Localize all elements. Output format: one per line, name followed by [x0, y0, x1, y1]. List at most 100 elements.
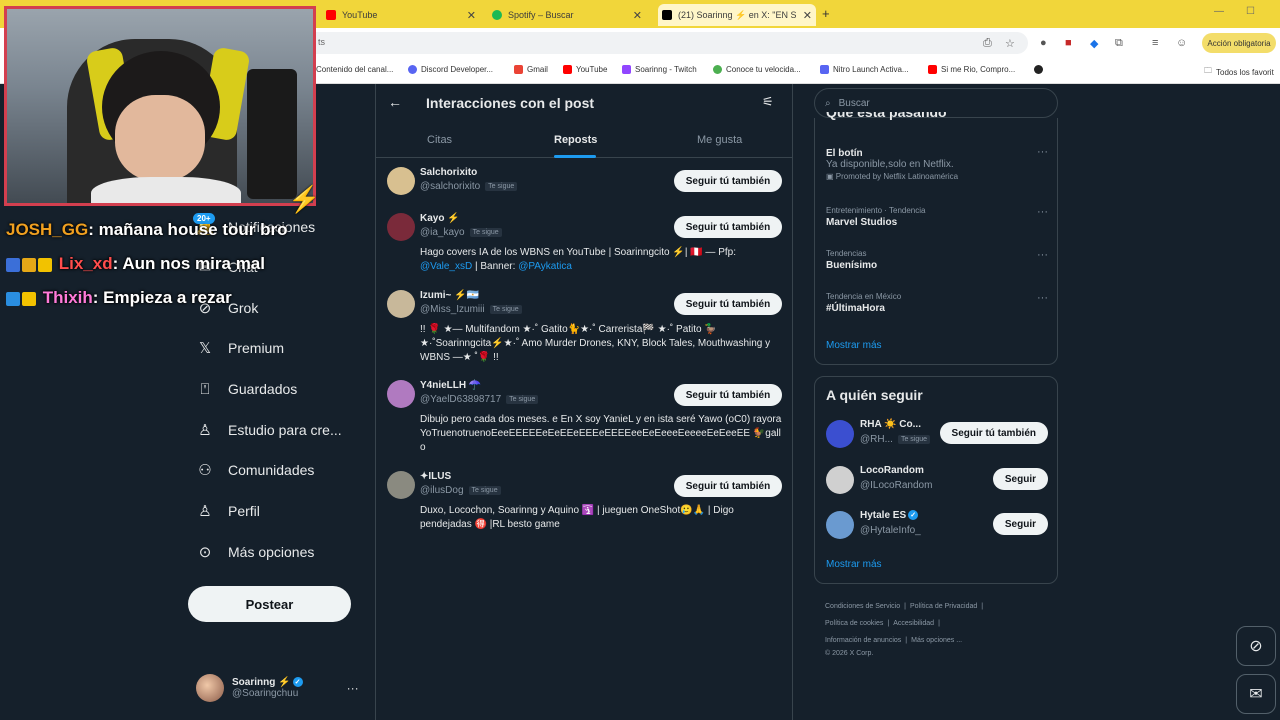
follows-you-badge: Te sigue — [469, 228, 502, 237]
suggestion-item[interactable]: RHA ☀️ Co... @RH... Te sigue Seguir tú ta… — [826, 419, 1048, 449]
avatar — [826, 466, 854, 494]
bookmark-item[interactable]: Nitro Launch Activa... — [820, 65, 909, 74]
tab-quotes[interactable]: Citas — [427, 134, 452, 146]
promoted-label: Promoted by Netflix Latinoamérica — [835, 172, 959, 181]
nav-premium[interactable]: 𝕏 Premium — [196, 339, 284, 357]
nav-creator-studio[interactable]: ♙ Estudio para cre... — [196, 421, 341, 439]
media-icon[interactable]: ≡ — [1152, 37, 1158, 49]
copyright: © 2026 X Corp. — [825, 650, 874, 657]
bookmark-item[interactable]: Contenido del canal... — [316, 65, 393, 74]
bookmark-item[interactable]: Discord Developer... — [408, 65, 493, 74]
extension-icon[interactable]: ◆ — [1090, 37, 1098, 50]
required-action-button[interactable]: Acción obligatoria — [1202, 33, 1276, 53]
footer-links: Condiciones de Servicio | Política de Priv… — [825, 603, 984, 657]
user-name: ✦ILUS — [420, 471, 452, 482]
list-item[interactable]: Kayo ⚡ @ia_kayo Te sigue Seguir tú tambié… — [376, 213, 792, 275]
all-bookmarks-folder[interactable]: 🗀 Todos los favorit — [1204, 65, 1274, 79]
user-handle: @Miss_Izumiii — [420, 304, 485, 315]
tab-reposts[interactable]: Reposts — [554, 134, 597, 146]
footer-link[interactable]: Política de cookies — [825, 620, 883, 627]
tab-spotify[interactable]: Spotify – Buscar ✕ — [492, 4, 642, 26]
back-arrow-icon[interactable]: ← — [388, 94, 402, 110]
show-more-link[interactable]: Mostrar más — [826, 340, 882, 351]
tab-likes[interactable]: Me gusta — [697, 134, 742, 146]
nav-label: Comunidades — [228, 462, 315, 478]
more-dots-icon[interactable]: ··· — [347, 681, 359, 695]
new-tab-button[interactable]: + — [822, 6, 830, 21]
close-icon[interactable]: ✕ — [633, 9, 642, 22]
follow-back-button[interactable]: Seguir tú también — [674, 384, 782, 406]
more-dots-icon[interactable]: ··· — [1037, 146, 1048, 158]
footer-link[interactable]: Accesibilidad — [893, 620, 934, 627]
more-dots-icon[interactable]: ··· — [1037, 249, 1048, 261]
follow-button[interactable]: Seguir — [992, 513, 1048, 535]
bookmark-item[interactable]: YouTube — [563, 65, 607, 74]
trends-title: Qué está pasando — [826, 112, 947, 120]
trend-item[interactable]: El botín Ya disponible,solo en Netflix. … — [826, 146, 1048, 181]
interaction-tabs: Citas Reposts Me gusta — [376, 124, 792, 158]
star-icon[interactable]: ☆ — [1005, 37, 1015, 50]
follow-back-button[interactable]: Seguir tú también — [674, 475, 782, 497]
more-dots-icon[interactable]: ··· — [1037, 292, 1048, 304]
maximize-icon[interactable]: ☐ — [1246, 6, 1255, 17]
footer-link[interactable]: Política de Privacidad — [910, 603, 977, 610]
bookmark-item[interactable]: Si me Rio, Compro... — [928, 65, 1015, 74]
webcam-overlay — [4, 6, 316, 206]
user-bio: Duxo, Locochon, Soarinng y Aquino 🛐 | ju… — [420, 505, 734, 530]
badge-icon — [6, 257, 20, 272]
suggestion-item[interactable]: Hytale ES ✓ @HytaleInfo_ Seguir — [826, 510, 1048, 540]
bookmark-item[interactable]: Gmail — [514, 65, 548, 74]
account-switcher[interactable]: Soarinng ⚡ ✓ @Soaringchuu ··· — [196, 674, 359, 702]
post-button[interactable]: Postear — [188, 586, 351, 622]
suggestion-name: LocoRandom — [860, 465, 924, 476]
search-placeholder: Buscar — [838, 97, 870, 109]
extension-icon[interactable]: ■ — [1065, 37, 1072, 49]
follow-back-button[interactable]: Seguir tú también — [674, 293, 782, 315]
crown-icon — [38, 257, 52, 272]
badge-icon — [22, 257, 36, 272]
messages-icon[interactable]: ✉ — [1236, 674, 1276, 714]
address-bar[interactable]: ts — [300, 32, 1028, 54]
filter-icon[interactable]: ⚟ — [762, 94, 774, 110]
trend-item[interactable]: Tendencias Buenísimo ··· — [826, 249, 1048, 271]
bookmark-item[interactable]: Soarinng - Twitch — [622, 65, 697, 74]
mention-link[interactable]: @Vale_xsD — [420, 261, 472, 272]
trend-item[interactable]: Entretenimiento · Tendencia Marvel Studi… — [826, 206, 1048, 228]
profile-avatar-icon[interactable]: ☺ — [1176, 37, 1187, 49]
tab-x-post[interactable]: (21) Soarinng ⚡ en X: "EN STR ✕ — [658, 4, 816, 26]
follow-back-button[interactable]: Seguir tú también — [939, 422, 1048, 444]
trend-subtitle: Ya disponible,solo en Netflix. — [826, 159, 954, 170]
suggestion-item[interactable]: LocoRandom @ILocoRandom Seguir — [826, 465, 1048, 495]
mention-link[interactable]: @PAykatica — [518, 261, 572, 272]
close-icon[interactable]: ✕ — [803, 9, 812, 22]
nav-communities[interactable]: ⚇ Comunidades — [196, 461, 314, 479]
list-item[interactable]: Salchorixito @salchorixito Te sigue Segui… — [376, 167, 792, 201]
lightning-bag-icon: ♙ — [198, 422, 212, 439]
nav-more[interactable]: ⊙ Más opciones — [196, 543, 315, 561]
footer-link[interactable]: Información de anuncios — [825, 637, 901, 644]
nav-bookmarks[interactable]: ⍞ Guardados — [196, 380, 297, 398]
follow-button[interactable]: Seguir — [992, 468, 1048, 490]
footer-link[interactable]: Condiciones de Servicio — [825, 603, 900, 610]
user-name: Salchorixito — [420, 167, 478, 178]
install-app-icon[interactable]: ⎙ — [983, 37, 992, 50]
follow-back-button[interactable]: Seguir tú también — [674, 170, 782, 192]
minimize-icon[interactable]: — — [1214, 6, 1224, 17]
bookmark-item[interactable] — [1034, 65, 1043, 74]
grok-icon[interactable]: ⊘ — [1236, 626, 1276, 666]
extension-icon[interactable]: ● — [1040, 37, 1047, 49]
trend-item[interactable]: Tendencia en México #ÚltimaHora ··· — [826, 292, 1048, 314]
close-icon[interactable]: ✕ — [467, 9, 476, 22]
list-item[interactable]: Izumi~ ⚡🇦🇷 @Miss_Izumiii Te sigue Seguir … — [376, 290, 792, 366]
follows-you-badge: Te sigue — [489, 305, 522, 314]
show-more-link[interactable]: Mostrar más — [826, 559, 882, 570]
tab-youtube[interactable]: YouTube ✕ — [326, 4, 476, 26]
more-dots-icon[interactable]: ··· — [1037, 206, 1048, 218]
puzzle-icon[interactable]: ⧉ — [1115, 37, 1123, 50]
follow-back-button[interactable]: Seguir tú también — [674, 216, 782, 238]
list-item[interactable]: Y4nieLLH ☂️ @YaelD63898717 Te sigue Segui… — [376, 380, 792, 456]
footer-link[interactable]: Más opciones ... — [911, 637, 962, 644]
list-item[interactable]: ✦ILUS @ilusDog Te sigue Seguir tú también… — [376, 471, 792, 533]
bookmark-item[interactable]: Conoce tu velocida... — [713, 65, 801, 74]
nav-profile[interactable]: ♙ Perfil — [196, 502, 260, 520]
